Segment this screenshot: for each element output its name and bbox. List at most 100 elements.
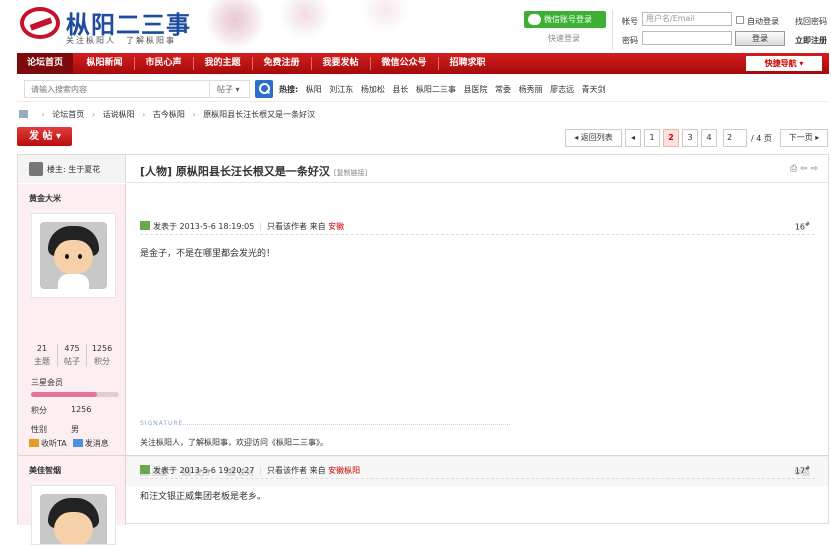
page-4[interactable]: 4 bbox=[701, 129, 717, 147]
page-number-input[interactable]: 2 bbox=[723, 129, 747, 147]
prev-thread-icon[interactable]: ⇦ bbox=[800, 164, 808, 174]
thread-container: 楼主: 生于夏花 [人物] 原枞阳县长汪长根又是一条好汉 [复制链接] ⎙ ⇦ ⇨… bbox=[17, 154, 829, 545]
credit-row: 积分 1256 bbox=[31, 405, 91, 416]
breadcrumb-history[interactable]: 古今枞阳 bbox=[153, 110, 185, 119]
nav-new-post[interactable]: 我要发帖 bbox=[312, 53, 369, 74]
author-name[interactable]: 黄金大米 bbox=[29, 193, 61, 204]
post-content: 和汪文银正威集团老板是老乡。 bbox=[140, 492, 267, 502]
breadcrumb-thread[interactable]: 原枞阳县长汪长根又是一条好汉 bbox=[203, 110, 315, 119]
search-type-select[interactable]: 帖子 ▾ bbox=[217, 84, 240, 95]
home-icon[interactable] bbox=[19, 110, 28, 118]
account-label: 帐号 bbox=[622, 17, 638, 26]
search-input[interactable] bbox=[25, 81, 210, 97]
thread-title: [人物] 原枞阳县长汪长根又是一条好汉 [复制链接] bbox=[140, 163, 367, 179]
wechat-login-button[interactable]: 微信账号登录 bbox=[524, 11, 606, 28]
page-1[interactable]: 1 bbox=[644, 129, 660, 147]
search-box: 帖子 ▾ bbox=[24, 80, 250, 98]
floor-number[interactable]: 16# bbox=[795, 221, 810, 232]
logo-icon bbox=[20, 7, 60, 39]
stat-label: 帖子 bbox=[64, 357, 80, 366]
nav-forum-home[interactable]: 论坛首页 bbox=[17, 53, 73, 74]
stat-threads[interactable]: 21 主题 bbox=[27, 344, 57, 367]
avatar-image bbox=[40, 222, 107, 289]
breadcrumb: › 论坛首页 › 话说枞阳 › 古今枞阳 › 原枞阳县长汪长根又是一条好汉 bbox=[19, 109, 315, 120]
nav-free-register[interactable]: 免费注册 bbox=[253, 53, 310, 74]
copy-link-button[interactable]: [复制链接] bbox=[334, 169, 367, 177]
register-link[interactable]: 立即注册 bbox=[795, 35, 827, 46]
listen-button[interactable]: 收听TA bbox=[41, 439, 67, 448]
avatar[interactable] bbox=[31, 213, 116, 298]
author-name[interactable]: 美佳智烟 bbox=[29, 465, 61, 476]
next-page-button[interactable]: 下一页 ▸ bbox=[780, 129, 828, 147]
account-field[interactable]: 用户名/Email bbox=[642, 12, 732, 26]
total-pages: / 4 页 bbox=[751, 134, 772, 143]
post-source[interactable]: 安徽枞阳 bbox=[328, 466, 360, 475]
nav-jobs[interactable]: 招聘求职 bbox=[439, 53, 496, 74]
auto-login-checkbox[interactable] bbox=[736, 16, 744, 24]
main-nav: 论坛首页 枞阳新闻 市民心声 我的主题 免费注册 我要发帖 微信公众号 招聘求职… bbox=[17, 53, 829, 74]
avatar[interactable] bbox=[31, 485, 116, 545]
breadcrumb-separator: › bbox=[192, 110, 196, 119]
breadcrumb-separator: › bbox=[41, 110, 45, 119]
gender-label: 性别 bbox=[31, 425, 47, 434]
password-field[interactable] bbox=[642, 31, 732, 45]
author-stats: 21 主题 475 帖子 1256 积分 bbox=[27, 344, 117, 368]
hot-search-item[interactable]: 枞阳 bbox=[306, 85, 322, 94]
forgot-password-link[interactable]: 找回密码 bbox=[795, 16, 827, 27]
wechat-login-label: 微信账号登录 bbox=[544, 15, 592, 24]
nav-citizen-voice[interactable]: 市民心声 bbox=[135, 53, 192, 74]
hot-search-item[interactable]: 县长 bbox=[392, 85, 408, 94]
post-time: 发表于 2013-5-6 18:19:05 bbox=[153, 222, 255, 231]
post-time: 发表于 2013-5-6 19:20:27 bbox=[153, 466, 255, 475]
author-sidebar: 美佳智烟 bbox=[18, 456, 126, 545]
rank-progress-bar bbox=[31, 392, 119, 397]
post-icon bbox=[140, 465, 150, 474]
wechat-icon bbox=[528, 14, 541, 25]
member-rank[interactable]: 三星会员 bbox=[31, 377, 63, 388]
hot-search-item[interactable]: 杨加松 bbox=[361, 85, 385, 94]
hot-search-item[interactable]: 常委 bbox=[495, 85, 511, 94]
new-post-button[interactable]: 发 帖 ▾ bbox=[17, 127, 72, 146]
nav-wechat-account[interactable]: 微信公众号 bbox=[371, 53, 437, 74]
back-to-list-button[interactable]: ◂ 返回列表 bbox=[565, 129, 622, 147]
op-avatar[interactable] bbox=[29, 162, 43, 176]
author-sidebar: 黄金大米 21 主题 475 帖子 1256 积分 三星会员 积分 1256 性别 男 收… bbox=[18, 184, 126, 455]
next-thread-icon[interactable]: ⇨ bbox=[810, 164, 818, 174]
post-source[interactable]: 安徽 bbox=[328, 222, 344, 231]
hot-search-item[interactable]: 刘江东 bbox=[329, 85, 353, 94]
hot-search-item[interactable]: 杨秀丽 bbox=[519, 85, 543, 94]
op-label[interactable]: 楼主: 生于夏花 bbox=[47, 164, 100, 175]
quick-nav-dropdown[interactable]: 快捷导航 ▾ bbox=[746, 56, 822, 71]
post-icon bbox=[140, 221, 150, 230]
stat-credits[interactable]: 1256 积分 bbox=[87, 344, 117, 367]
avatar-image bbox=[40, 494, 107, 544]
message-icon bbox=[72, 439, 83, 447]
breadcrumb-talk[interactable]: 话说枞阳 bbox=[103, 110, 135, 119]
search-icon[interactable] bbox=[255, 80, 273, 98]
floor-number[interactable]: 17# bbox=[795, 465, 810, 476]
hot-search-item[interactable]: 青天剑 bbox=[582, 85, 606, 94]
hot-search-item[interactable]: 枞阳二三事 bbox=[416, 85, 456, 94]
breadcrumb-separator: › bbox=[91, 110, 96, 119]
hot-search-item[interactable]: 廖志远 bbox=[550, 85, 574, 94]
credit-label: 积分 bbox=[31, 406, 47, 415]
signature: 关注枞阳人，了解枞阳事，欢迎访问《枞阳二三事》。 bbox=[140, 438, 328, 447]
login-button[interactable]: 登录 bbox=[735, 31, 785, 46]
page-2-current[interactable]: 2 bbox=[663, 129, 679, 147]
stat-value: 1256 bbox=[91, 344, 113, 353]
message-button[interactable]: 发消息 bbox=[85, 439, 109, 448]
hot-search-item[interactable]: 县医院 bbox=[463, 85, 487, 94]
post-meta: 发表于 2013-5-6 19:20:27 | 只看该作者 来自 安徽枞阳 bbox=[140, 465, 360, 476]
meta-divider: | bbox=[259, 466, 263, 475]
only-author-link[interactable]: 只看该作者 bbox=[267, 466, 307, 475]
listen-icon bbox=[29, 439, 39, 447]
page-3[interactable]: 3 bbox=[682, 129, 698, 147]
only-author-link[interactable]: 只看该作者 bbox=[267, 222, 307, 231]
quick-login-link[interactable]: 快速登录 bbox=[548, 33, 580, 44]
prev-page-button[interactable]: ◂ bbox=[625, 129, 641, 147]
nav-news[interactable]: 枞阳新闻 bbox=[76, 53, 133, 74]
stat-posts[interactable]: 475 帖子 bbox=[57, 344, 87, 367]
nav-my-threads[interactable]: 我的主题 bbox=[194, 53, 251, 74]
breadcrumb-forum-home[interactable]: 论坛首页 bbox=[52, 110, 84, 119]
print-icon[interactable]: ⎙ bbox=[790, 164, 797, 174]
